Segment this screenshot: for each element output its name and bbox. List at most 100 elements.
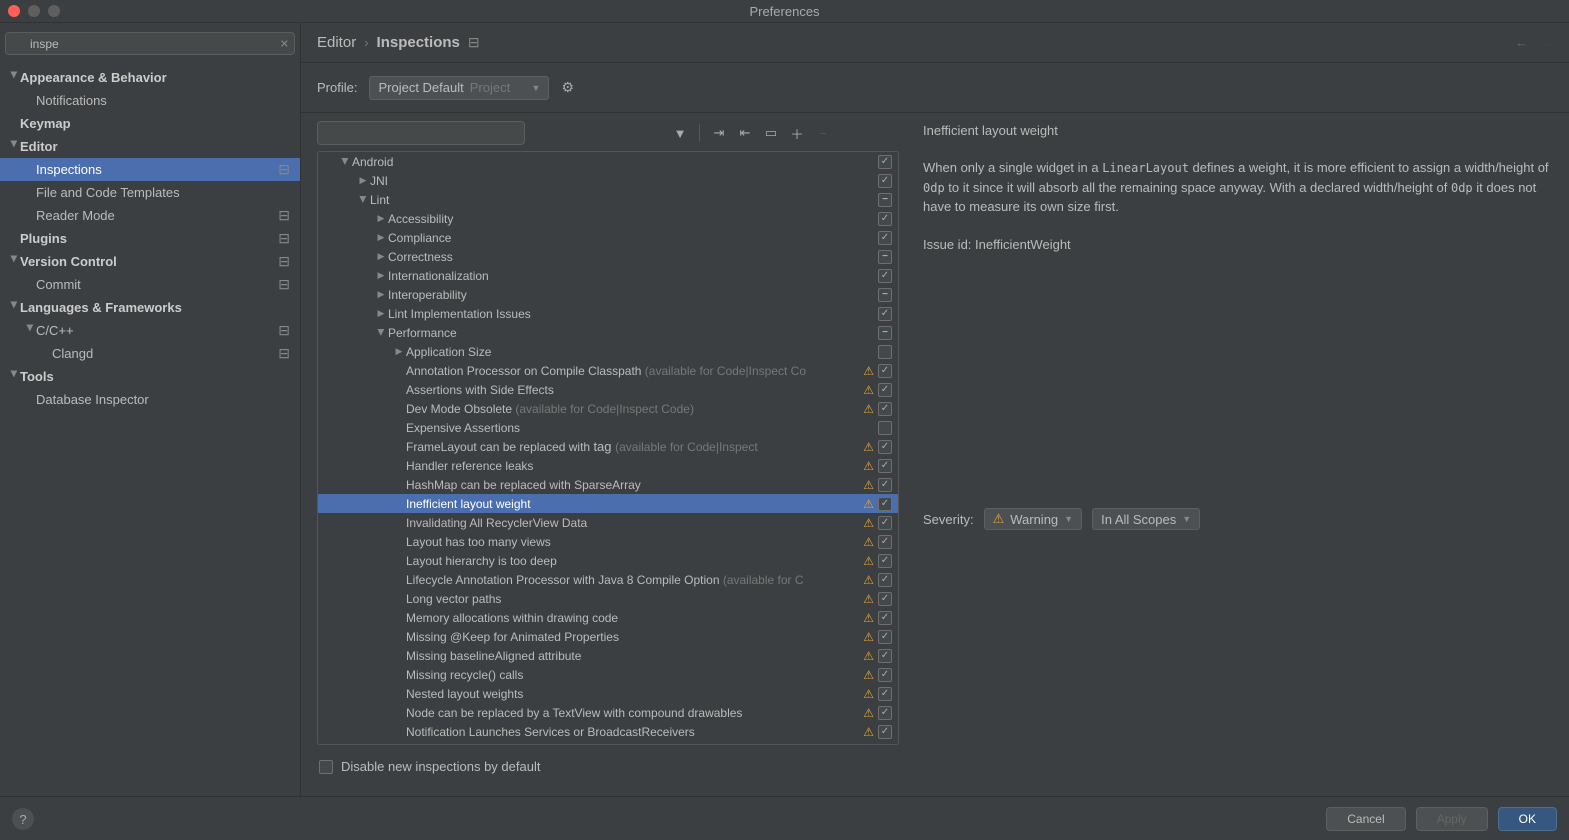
inspection-checkbox[interactable] <box>878 288 892 302</box>
inspection-checkbox[interactable] <box>878 706 892 720</box>
inspection-row[interactable]: ▶Application Size <box>318 342 898 361</box>
inspection-row[interactable]: Notification Launches Services or Broadc… <box>318 722 898 741</box>
inspection-checkbox[interactable] <box>878 250 892 264</box>
inspection-row[interactable]: Missing baselineAligned attribute⚠ <box>318 646 898 665</box>
inspection-row[interactable]: Layout hierarchy is too deep⚠ <box>318 551 898 570</box>
inspection-checkbox[interactable] <box>878 345 892 359</box>
inspection-checkbox[interactable] <box>878 592 892 606</box>
add-icon[interactable]: ＋ <box>786 122 808 144</box>
cancel-button[interactable]: Cancel <box>1326 807 1405 831</box>
inspection-checkbox[interactable] <box>878 611 892 625</box>
inspection-row[interactable]: HashMap can be replaced with SparseArray… <box>318 475 898 494</box>
inspection-row[interactable]: ▶Correctness <box>318 247 898 266</box>
inspection-checkbox[interactable] <box>878 421 892 435</box>
inspection-row[interactable]: ▶Compliance <box>318 228 898 247</box>
remove-icon[interactable]: − <box>812 122 834 144</box>
sidebar-item-commit[interactable]: Commit⊟ <box>0 273 300 296</box>
nav-forward-icon[interactable]: → <box>1540 35 1553 50</box>
inspection-checkbox[interactable] <box>878 212 892 226</box>
inspection-checkbox[interactable] <box>878 459 892 473</box>
inspection-row[interactable]: Inefficient layout weight⚠ <box>318 494 898 513</box>
inspection-checkbox[interactable] <box>878 364 892 378</box>
ok-button[interactable]: OK <box>1498 807 1557 831</box>
inspection-checkbox[interactable] <box>878 307 892 321</box>
inspection-row[interactable]: Annotation Processor on Compile Classpat… <box>318 361 898 380</box>
inspection-row[interactable]: Memory allocations within drawing code⚠ <box>318 608 898 627</box>
inspection-row[interactable]: Assertions with Side Effects⚠ <box>318 380 898 399</box>
inspection-row[interactable]: ▶Performance <box>318 323 898 342</box>
disable-new-checkbox[interactable] <box>319 760 333 774</box>
inspection-checkbox[interactable] <box>878 668 892 682</box>
inspection-row[interactable]: Nested layout weights⚠ <box>318 684 898 703</box>
inspection-row[interactable]: Layout has too many views⚠ <box>318 532 898 551</box>
minimize-window-button[interactable] <box>28 5 40 17</box>
clear-search-icon[interactable]: ✕ <box>280 37 289 50</box>
inspection-checkbox[interactable] <box>878 630 892 644</box>
sidebar-item-tools[interactable]: ▶Tools <box>0 365 300 388</box>
inspection-row[interactable]: Missing @Keep for Animated Properties⚠ <box>318 627 898 646</box>
close-window-button[interactable] <box>8 5 20 17</box>
inspection-row[interactable]: ▶Accessibility <box>318 209 898 228</box>
sidebar-item-appearance-behavior[interactable]: ▶Appearance & Behavior <box>0 66 300 89</box>
sidebar-item-plugins[interactable]: Plugins⊟ <box>0 227 300 250</box>
inspection-checkbox[interactable] <box>878 573 892 587</box>
maximize-window-button[interactable] <box>48 5 60 17</box>
inspection-row[interactable]: ▶JNI <box>318 171 898 190</box>
inspection-row[interactable]: Handler reference leaks⚠ <box>318 456 898 475</box>
profile-select[interactable]: Project Default Project ▼ <box>369 76 549 100</box>
inspection-row[interactable]: ▶Lint <box>318 190 898 209</box>
inspection-row[interactable]: ▶Lint Implementation Issues <box>318 304 898 323</box>
inspection-checkbox[interactable] <box>878 193 892 207</box>
inspection-checkbox[interactable] <box>878 269 892 283</box>
inspection-row[interactable]: ▶Android <box>318 152 898 171</box>
inspection-row[interactable]: FrameLayout can be replaced with tag (av… <box>318 437 898 456</box>
inspection-checkbox[interactable] <box>878 174 892 188</box>
expand-all-icon[interactable]: ⇥ <box>708 122 730 144</box>
severity-select[interactable]: ⚠ Warning ▼ <box>984 508 1083 530</box>
help-icon[interactable]: ? <box>12 808 34 830</box>
inspection-checkbox[interactable] <box>878 516 892 530</box>
sidebar-item-notifications[interactable]: Notifications <box>0 89 300 112</box>
sidebar-item-c-c-[interactable]: ▶C/C++⊟ <box>0 319 300 342</box>
sidebar-item-version-control[interactable]: ▶Version Control⊟ <box>0 250 300 273</box>
inspection-checkbox[interactable] <box>878 478 892 492</box>
sidebar-item-file-and-code-templates[interactable]: File and Code Templates <box>0 181 300 204</box>
inspection-row[interactable]: Lifecycle Annotation Processor with Java… <box>318 570 898 589</box>
gear-icon[interactable]: ⚙ <box>561 79 574 96</box>
scope-select[interactable]: In All Scopes ▼ <box>1092 508 1200 530</box>
inspection-row[interactable]: Long vector paths⚠ <box>318 589 898 608</box>
sidebar-item-keymap[interactable]: Keymap <box>0 112 300 135</box>
inspection-row[interactable]: Missing recycle() calls⚠ <box>318 665 898 684</box>
inspection-checkbox[interactable] <box>878 326 892 340</box>
inspection-checkbox[interactable] <box>878 383 892 397</box>
sidebar-item-languages-frameworks[interactable]: ▶Languages & Frameworks <box>0 296 300 319</box>
inspection-checkbox[interactable] <box>878 155 892 169</box>
sidebar-item-inspections[interactable]: Inspections⊟ <box>0 158 300 181</box>
inspections-search-input[interactable] <box>317 121 525 145</box>
inspection-checkbox[interactable] <box>878 649 892 663</box>
apply-button[interactable]: Apply <box>1416 807 1488 831</box>
tree-view-icon[interactable]: ▭ <box>760 122 782 144</box>
inspection-checkbox[interactable] <box>878 497 892 511</box>
sidebar-item-clangd[interactable]: Clangd⊟ <box>0 342 300 365</box>
sidebar-item-editor[interactable]: ▶Editor <box>0 135 300 158</box>
inspection-checkbox[interactable] <box>878 687 892 701</box>
inspection-checkbox[interactable] <box>878 231 892 245</box>
filter-icon[interactable]: ▼ <box>669 122 691 144</box>
inspection-checkbox[interactable] <box>878 402 892 416</box>
inspection-checkbox[interactable] <box>878 440 892 454</box>
inspection-row[interactable]: ▶Internationalization <box>318 266 898 285</box>
inspection-row[interactable]: Expensive Assertions <box>318 418 898 437</box>
sidebar-search-input[interactable] <box>5 32 295 55</box>
inspection-row[interactable]: ▶Interoperability <box>318 285 898 304</box>
inspection-checkbox[interactable] <box>878 535 892 549</box>
inspection-checkbox[interactable] <box>878 725 892 739</box>
inspections-tree[interactable]: ▶Android▶JNI▶Lint▶Accessibility▶Complian… <box>318 152 898 744</box>
inspection-row[interactable]: Dev Mode Obsolete (available for Code|In… <box>318 399 898 418</box>
inspection-checkbox[interactable] <box>878 554 892 568</box>
inspection-row[interactable]: Invalidating All RecyclerView Data⚠ <box>318 513 898 532</box>
sidebar-item-reader-mode[interactable]: Reader Mode⊟ <box>0 204 300 227</box>
collapse-all-icon[interactable]: ⇤ <box>734 122 756 144</box>
nav-back-icon[interactable]: ← <box>1515 35 1528 50</box>
inspection-row[interactable]: Node can be replaced by a TextView with … <box>318 703 898 722</box>
